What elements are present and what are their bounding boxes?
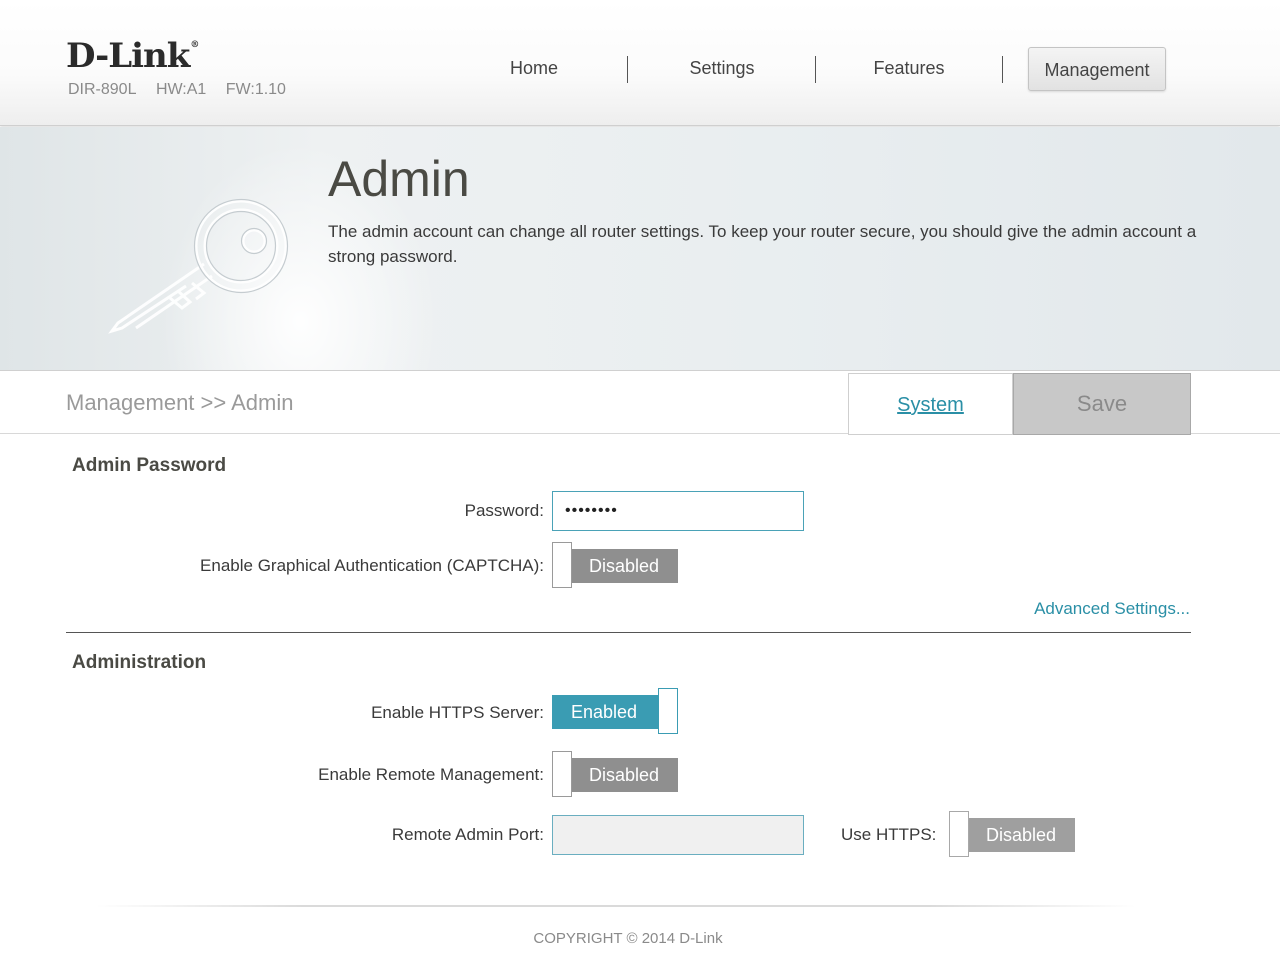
firmware-version: FW:1.10 bbox=[225, 81, 286, 98]
toggle-knob bbox=[552, 751, 572, 797]
page-description: The admin account can change all router … bbox=[328, 222, 1197, 266]
captcha-label: Enable Graphical Authentication (CAPTCHA… bbox=[200, 556, 544, 575]
hardware-version: HW:A1 bbox=[155, 81, 207, 98]
logo-trademark: ® bbox=[190, 40, 199, 50]
https-server-toggle-state: Enabled bbox=[552, 695, 660, 729]
dlink-logo[interactable]: D-Link® bbox=[66, 36, 199, 76]
toggle-knob bbox=[658, 688, 678, 734]
nav-features[interactable]: Features bbox=[845, 46, 973, 90]
use-https-toggle-state: Disabled bbox=[957, 818, 1075, 852]
toggle-knob bbox=[552, 542, 572, 588]
section-divider bbox=[66, 632, 1191, 633]
nav-home[interactable]: Home bbox=[470, 46, 598, 90]
header: D-Link® DIR-890L HW:A1 FW:1.10 Home Sett… bbox=[0, 0, 1280, 126]
logo-text: D-Link bbox=[66, 36, 190, 76]
nav-settings[interactable]: Settings bbox=[658, 46, 786, 90]
nav-divider bbox=[1002, 56, 1003, 83]
toggle-knob bbox=[949, 811, 969, 857]
remote-admin-port-label: Remote Admin Port: bbox=[391, 825, 544, 844]
page-title: Admin bbox=[328, 151, 470, 207]
save-button[interactable]: Save bbox=[1013, 373, 1191, 435]
remote-management-toggle-state: Disabled bbox=[560, 758, 678, 792]
nav-divider bbox=[815, 56, 816, 83]
captcha-toggle-state: Disabled bbox=[560, 549, 678, 583]
system-button[interactable]: System bbox=[848, 373, 1013, 435]
toolbar: Management >> Admin System Save bbox=[0, 370, 1280, 435]
https-server-label: Enable HTTPS Server: bbox=[371, 703, 544, 722]
advanced-settings-link[interactable]: Advanced Settings... bbox=[1034, 599, 1190, 619]
breadcrumb: Management >> Admin bbox=[66, 390, 294, 415]
footer-divider bbox=[96, 905, 1136, 907]
section-title-admin-password: Admin Password bbox=[72, 455, 227, 476]
copyright: COPYRIGHT © 2014 D-Link bbox=[533, 930, 723, 947]
nav-divider bbox=[627, 56, 628, 83]
use-https-label: Use HTTPS: bbox=[841, 825, 937, 844]
password-field[interactable]: •••••••• bbox=[552, 491, 804, 531]
use-https-toggle[interactable]: Disabled bbox=[949, 811, 1075, 857]
model-info: DIR-890L HW:A1 FW:1.10 bbox=[68, 81, 299, 99]
nav-management[interactable]: Management bbox=[1028, 47, 1166, 91]
section-title-administration: Administration bbox=[72, 652, 207, 673]
https-server-toggle[interactable]: Enabled bbox=[552, 688, 678, 734]
model-name: DIR-890L bbox=[68, 81, 137, 98]
remote-admin-port-field[interactable] bbox=[552, 815, 804, 855]
captcha-toggle[interactable]: Disabled bbox=[552, 542, 678, 588]
key-icon bbox=[108, 198, 289, 334]
remote-management-label: Enable Remote Management: bbox=[318, 765, 544, 784]
password-label: Password: bbox=[464, 501, 544, 520]
remote-management-toggle[interactable]: Disabled bbox=[552, 751, 678, 797]
